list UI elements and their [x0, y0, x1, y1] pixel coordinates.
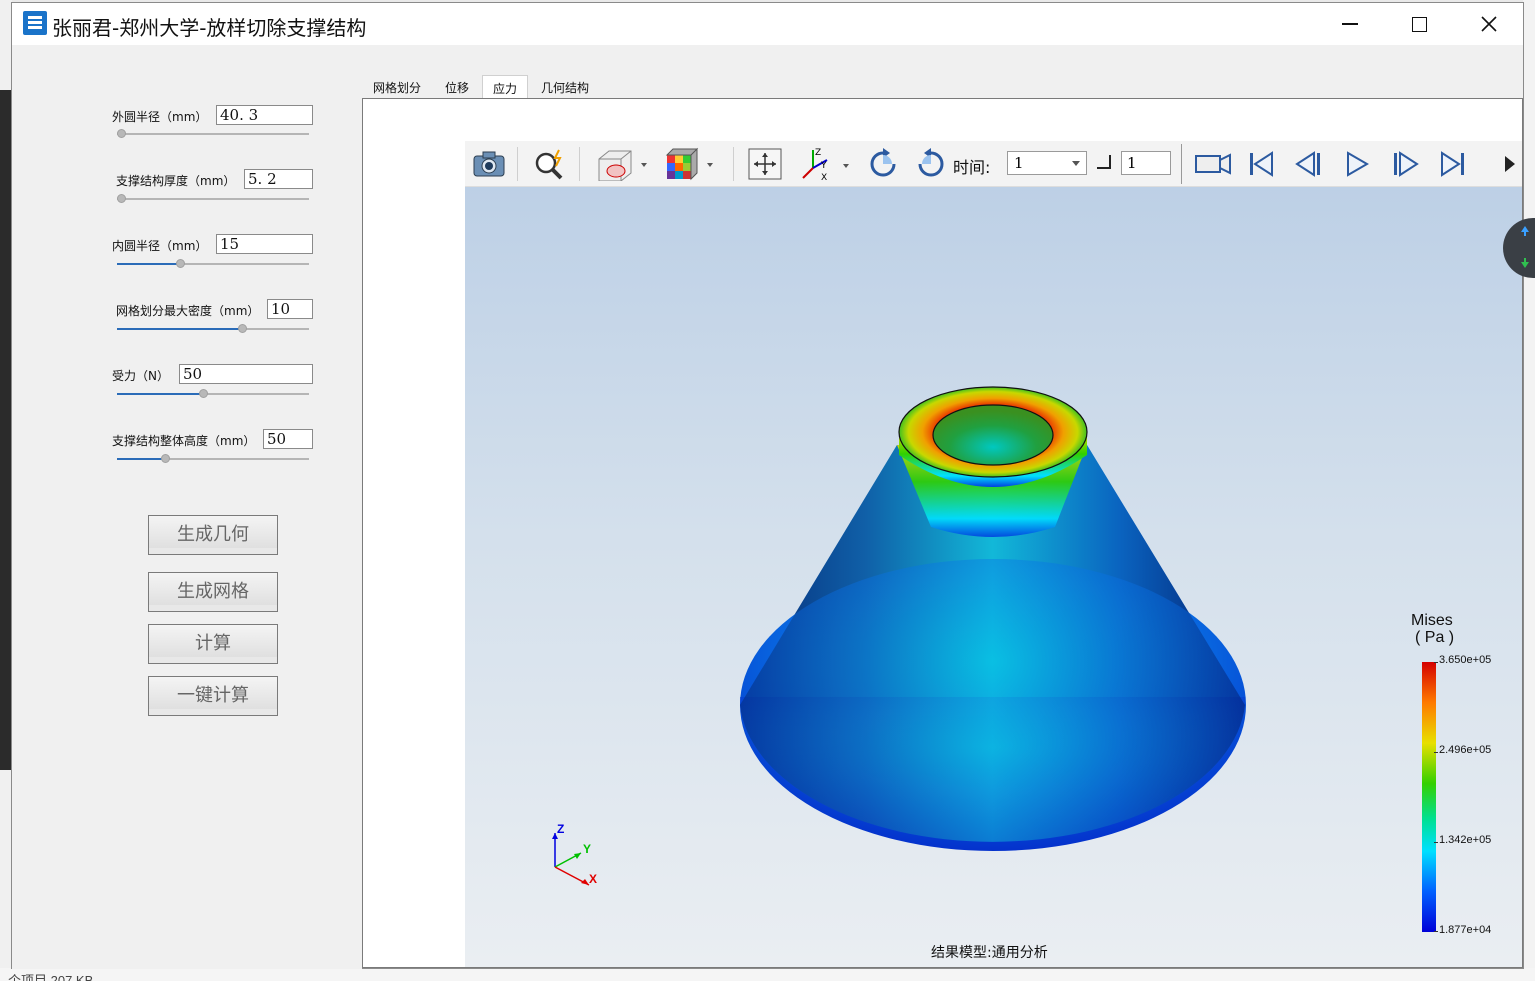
inner-radius-input[interactable]: 15 [216, 234, 313, 254]
mesh-density-label: 网格划分最大密度（mm） [116, 304, 260, 318]
result-viewer: ZYX 时间: 1 1 Z Y X Mises (Pa) 3.650e+05… [465, 141, 1522, 967]
result-model-label: 结果模型:通用分析 [931, 945, 1048, 961]
slider-thumb[interactable] [199, 389, 208, 398]
clip-plane-icon[interactable] [593, 147, 653, 181]
outer-radius-label: 外圆半径（mm） [112, 110, 208, 124]
axes-triad: Z Y X [552, 822, 597, 886]
minimize-button[interactable] [1315, 3, 1385, 45]
step-checkbox[interactable] [1097, 155, 1111, 169]
app-window: 张丽君-郑州大学-放样切除支撑结构 外圆半径（mm） 40. 3 支撑结构厚度（… [11, 2, 1524, 969]
floating-scroll-widget[interactable] [1503, 218, 1535, 278]
slider-thumb[interactable] [238, 324, 247, 333]
play-icon[interactable] [1337, 147, 1377, 181]
last-frame-icon[interactable] [1433, 147, 1473, 181]
compute-button[interactable]: 计算 [148, 624, 278, 664]
height-slider[interactable] [117, 454, 309, 463]
color-cube-icon[interactable] [661, 147, 721, 181]
height-input[interactable]: 50 [263, 429, 313, 449]
svg-text:Z: Z [815, 148, 821, 158]
fit-view-icon[interactable] [745, 147, 785, 181]
axis-z-label: Z [557, 822, 564, 836]
stress-tab-page: ZYX 时间: 1 1 Z Y X Mises (Pa) 3.650e+05… [362, 98, 1523, 968]
mesh-density-input[interactable]: 10 [267, 299, 313, 319]
viewer-toolbar: ZYX 时间: 1 1 [465, 141, 1522, 187]
time-select[interactable]: 1 [1007, 151, 1087, 175]
thickness-input[interactable]: 5. 2 [244, 169, 313, 189]
slider-thumb[interactable] [176, 259, 185, 268]
tab-mesh[interactable]: 网格划分 [362, 75, 432, 99]
close-icon [1481, 16, 1497, 32]
scroll-up-icon [1521, 226, 1529, 232]
slider-thumb[interactable] [161, 454, 170, 463]
camera-icon[interactable] [469, 147, 509, 181]
toolbar-overflow-icon[interactable] [1499, 147, 1521, 181]
svg-text:Y: Y [820, 161, 827, 171]
thickness-label: 支撑结构厚度（mm） [116, 174, 236, 188]
rotate-ccw-icon[interactable] [911, 147, 951, 181]
force-slider[interactable] [117, 389, 309, 398]
zoom-probe-icon[interactable] [531, 147, 571, 181]
legend-max-value: 3.650e+05 [1439, 654, 1492, 666]
tab-geometry[interactable]: 几何结构 [530, 75, 600, 99]
title-bar[interactable]: 张丽君-郑州大学-放样切除支撑结构 [12, 3, 1523, 45]
outer-radius-input[interactable]: 40. 3 [216, 105, 313, 125]
next-frame-icon[interactable] [1385, 147, 1425, 181]
time-label: 时间: [953, 158, 991, 177]
tab-displacement[interactable]: 位移 [434, 75, 480, 99]
axes-view-icon[interactable]: ZYX [797, 147, 857, 182]
background-bottom [0, 968, 1535, 981]
3d-viewport[interactable]: Z Y X Mises ( Pa ) 3.650e+05 2.496e+05 1… [465, 187, 1522, 967]
background-right [1523, 0, 1535, 981]
force-label: 受力（N） [112, 369, 169, 383]
slider-thumb[interactable] [117, 129, 126, 138]
app-icon [23, 11, 47, 35]
stress-model [740, 386, 1246, 851]
window-title: 张丽君-郑州大学-放样切除支撑结构 [52, 16, 367, 40]
record-video-icon[interactable] [1193, 147, 1233, 181]
legend-unit: ( Pa ) [1415, 629, 1455, 646]
legend-min-value: 1.877e+04 [1439, 924, 1492, 936]
prev-frame-icon[interactable] [1289, 147, 1329, 181]
background-status-text: 个项目 207 KB [8, 973, 94, 981]
generate-mesh-button[interactable]: 生成网格 [148, 572, 278, 612]
svg-text:X: X [821, 173, 827, 182]
mesh-density-slider[interactable] [117, 324, 309, 333]
rotate-cw-icon[interactable] [863, 147, 903, 181]
first-frame-icon[interactable] [1241, 147, 1281, 181]
one-click-compute-button[interactable]: 一键计算 [148, 676, 278, 716]
legend-value-2: 2.496e+05 [1439, 744, 1492, 756]
thickness-slider[interactable] [117, 194, 309, 203]
maximize-button[interactable] [1384, 3, 1454, 45]
inner-radius-label: 内圆半径（mm） [112, 239, 208, 253]
background-left-dark [0, 90, 11, 770]
axis-y-label: Y [583, 842, 591, 856]
legend-color-bar [1422, 662, 1436, 932]
height-label: 支撑结构整体高度（mm） [112, 434, 256, 448]
axis-x-label: X [589, 872, 597, 886]
outer-radius-slider[interactable] [117, 129, 309, 138]
slider-thumb[interactable] [117, 194, 126, 203]
legend-title: Mises [1411, 612, 1453, 629]
parameter-panel: 外圆半径（mm） 40. 3 支撑结构厚度（mm） 5. 2 内圆半径（mm） … [12, 45, 362, 969]
close-button[interactable] [1454, 3, 1524, 45]
scroll-down-icon [1521, 262, 1529, 268]
legend-value-3: 1.342e+05 [1439, 834, 1492, 846]
step-spinbox[interactable]: 1 [1121, 151, 1171, 175]
tab-stress[interactable]: 应力 [482, 75, 528, 99]
inner-radius-slider[interactable] [117, 259, 309, 268]
force-input[interactable]: 50 [179, 364, 313, 384]
generate-geometry-button[interactable]: 生成几何 [148, 515, 278, 555]
